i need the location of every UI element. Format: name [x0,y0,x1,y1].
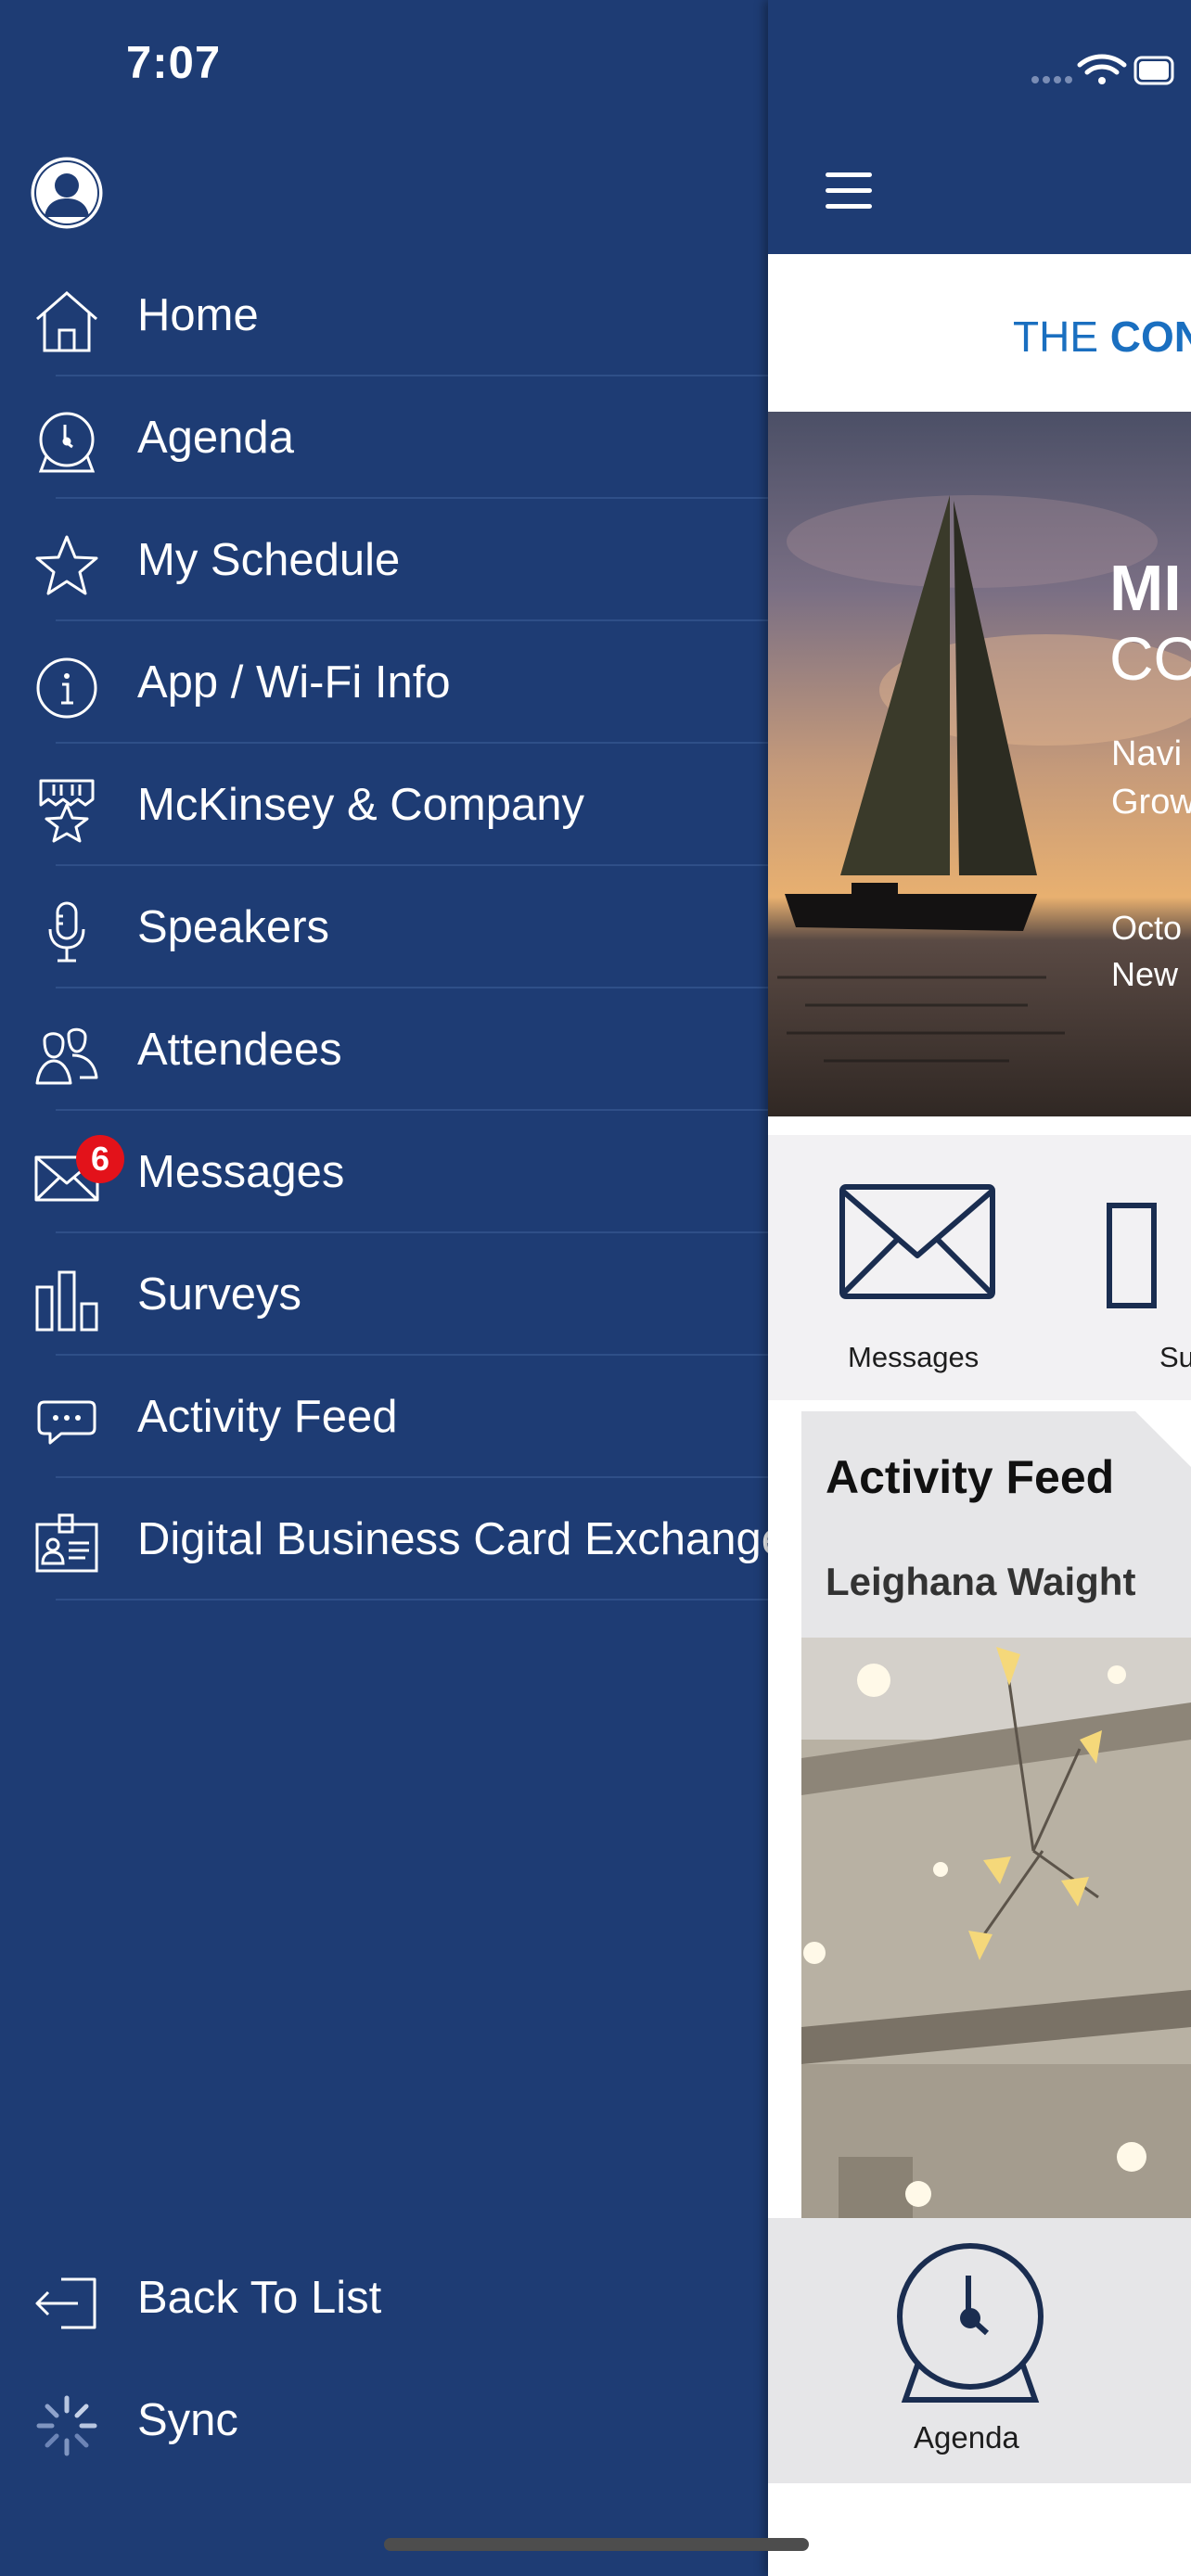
menu-label: My Schedule [137,535,401,585]
menu-label: Digital Business Card Exchange [137,1514,768,1564]
battery-icon [1133,56,1174,85]
hero-title-2: CO [1109,624,1191,693]
hero-subtitle-1: Navi [1111,734,1183,773]
exit-icon [35,2277,96,2329]
status-indicators [1031,54,1174,85]
spinner-icon [36,2395,97,2456]
hero-title-1: MI [1109,552,1182,624]
menu-label: Activity Feed [137,1392,398,1442]
menu-label: Agenda [137,413,294,463]
tile-label: Su [1159,1341,1191,1373]
menu-item-surveys[interactable]: Surveys [0,1233,768,1356]
activity-feed-card[interactable]: Activity Feed Leighana Waight [801,1411,1191,2218]
logo-bold: CON [1109,312,1191,361]
menu-item-home[interactable]: Home [0,254,768,376]
menu-item-activity-feed[interactable]: Activity Feed [0,1356,768,1478]
drawer-bottom-menu: Back To List Sync [0,2237,768,2481]
messages-badge: 6 [76,1135,124,1183]
star-icon [35,535,98,595]
envelope-icon [839,1184,995,1299]
wifi-icon [1077,54,1127,84]
menu-label: Surveys [137,1269,302,1320]
menu-label: Messages [137,1147,345,1197]
conference-logo: THE CON [768,254,1191,412]
status-time: 7:07 [126,38,222,88]
post-photo[interactable] [801,1638,1191,2218]
menu-label: Sync [137,2395,238,2445]
menu-item-sync[interactable]: Sync [0,2359,768,2481]
side-drawer: 7:07 Home Agenda My Schedule App / Wi-Fi… [0,0,768,2576]
menu-item-attendees[interactable]: Attendees [0,988,768,1111]
activity-feed-title: Activity Feed [826,1451,1115,1503]
home-indicator[interactable] [384,2538,809,2551]
hero-date: Octo [1111,909,1183,947]
tile-agenda[interactable]: Agenda [768,2218,1191,2483]
hero-location: New [1111,955,1179,993]
menu-label: Attendees [137,1025,342,1075]
tile-messages[interactable]: Messages [768,1135,1065,1400]
menu-item-back-to-list[interactable]: Back To List [0,2237,768,2359]
chat-bubble-icon [37,1400,96,1445]
menu-item-agenda[interactable]: Agenda [0,376,768,499]
hero-banner[interactable]: MI CO Navi Grow Octo New [768,412,1191,1126]
bar-chart-icon [35,1270,98,1332]
sponsor-star-icon [39,779,95,843]
tile-label: Messages [848,1341,980,1373]
microphone-icon [48,901,85,963]
home-icon [36,291,97,352]
card-corner-fold [1135,1411,1191,1467]
menu-item-messages[interactable]: 6 Messages [0,1111,768,1233]
top-nav-bar [768,0,1191,254]
main-content: THE CON MI CO Navi Grow Octo New Message… [768,0,1191,2576]
hamburger-menu-icon[interactable] [826,172,872,210]
clock-icon [38,412,96,473]
menu-item-mckinsey[interactable]: McKinsey & Company [0,744,768,866]
people-icon [35,1027,98,1085]
hero-subtitle-2: Grow [1111,783,1191,822]
id-card-icon [35,1513,98,1573]
profile-avatar-icon[interactable] [30,156,104,230]
menu-label: Back To List [137,2273,382,2323]
menu-label: Home [137,290,259,340]
quick-link-tiles: Messages Su [768,1135,1191,1400]
menu-label: McKinsey & Company [137,780,585,830]
logo-prefix: THE [1013,312,1110,361]
signal-dots-icon [1031,76,1072,83]
survey-icon [1107,1203,1157,1308]
menu-label: App / Wi-Fi Info [137,657,451,708]
menu-item-business-card[interactable]: Digital Business Card Exchange [0,1478,768,1600]
drawer-menu: Home Agenda My Schedule App / Wi-Fi Info [0,254,768,1600]
tile-label: Agenda [914,2420,1019,2455]
menu-item-my-schedule[interactable]: My Schedule [0,499,768,621]
menu-label: Speakers [137,902,330,952]
info-icon [36,657,97,719]
divider [56,1599,768,1600]
clock-icon [897,2243,1044,2403]
activity-feed-header: Activity Feed Leighana Waight [801,1411,1191,1638]
menu-item-speakers[interactable]: Speakers [0,866,768,988]
post-author[interactable]: Leighana Waight [826,1560,1135,1604]
menu-item-app-info[interactable]: App / Wi-Fi Info [0,621,768,744]
